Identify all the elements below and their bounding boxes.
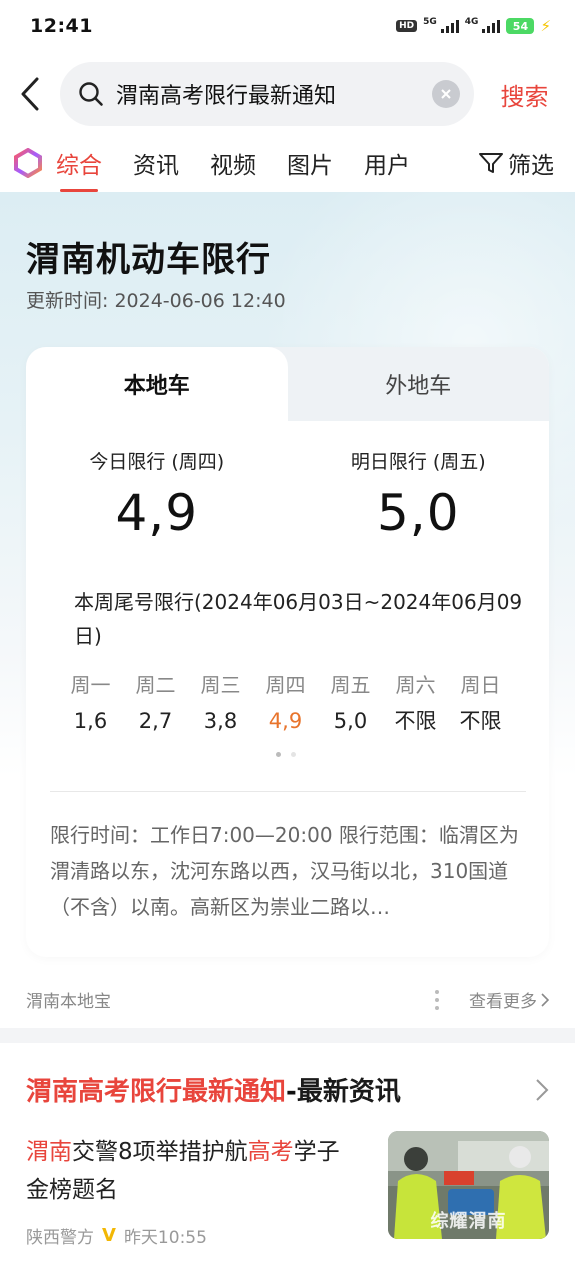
week-plate-numbers: 不限 <box>459 709 502 733</box>
week-day: 周日 <box>460 673 501 697</box>
week-day: 周三 <box>200 673 241 697</box>
tabs-row: 综合 资讯 视频 图片 用户 筛选 <box>0 138 575 192</box>
tab-images[interactable]: 图片 <box>287 146 333 180</box>
net-5g-label: 5G <box>423 17 437 27</box>
news-time: 昨天10:55 <box>123 1228 207 1248</box>
update-time: 更新时间: 2024-06-06 12:40 <box>26 290 286 312</box>
search-button[interactable]: 搜索 <box>474 77 575 112</box>
search-row: 渭南高考限行最新通知 搜索 <box>0 62 575 126</box>
vehicle-type-tabs: 本地车 外地车 <box>26 347 549 421</box>
tab-video[interactable]: 视频 <box>210 146 256 180</box>
tomorrow-limit-value: 5,0 <box>376 484 460 542</box>
signal-4g-icon <box>482 19 501 33</box>
week-title: 本周尾号限行(2024年06月03日~2024年06月09日) <box>74 590 523 648</box>
charging-icon: ⚡ <box>540 17 551 35</box>
top-area: 12:41 HD 5G 4G 54 ⚡ 渭南高考限行最新通知 搜索 综合 资讯 … <box>0 0 575 192</box>
filter-label: 筛选 <box>508 153 554 179</box>
source-row: 渭南本地宝 查看更多 <box>26 987 549 1012</box>
clear-icon[interactable] <box>432 80 460 108</box>
today-limit-label: 今日限行 (周四) <box>89 451 225 473</box>
week-nums-row: 1,6 2,7 3,8 4,9 5,0 不限 不限 <box>58 703 538 739</box>
tab-nonlocal-vehicle[interactable]: 外地车 <box>288 347 550 421</box>
verified-icon: V <box>102 1225 116 1246</box>
battery-icon: 54 <box>506 18 535 34</box>
back-button[interactable] <box>0 62 60 126</box>
news-heading: 渭南高考限行最新通知-最新资讯 <box>26 1071 519 1108</box>
page-title: 渭南机动车限行 <box>26 240 271 280</box>
pager-dot-active <box>276 752 281 757</box>
week-plate-numbers-today: 4,9 <box>268 709 303 733</box>
week-day: 周六 <box>395 673 436 697</box>
filter-icon <box>479 153 503 173</box>
search-input[interactable]: 渭南高考限行最新通知 <box>60 62 474 126</box>
news-heading-separator: - <box>286 1077 297 1107</box>
news-heading-highlight: 渭南高考限行最新通知 <box>26 1077 287 1107</box>
title-text: 交警8项举措护航 <box>72 1139 248 1165</box>
restriction-description[interactable]: 限行时间：工作日7:00—20:00 限行范围：临渭区为渭清路以东，沈河东路以西… <box>50 817 526 925</box>
search-query: 渭南高考限行最新通知 <box>116 84 337 109</box>
news-item-title[interactable]: 渭南交警8项举措护航高考学子金榜题名 <box>26 1133 356 1209</box>
filter-button[interactable]: 筛选 <box>457 138 575 188</box>
tomorrow-limit-label: 明日限行 (周五) <box>350 451 486 473</box>
week-day: 周二 <box>135 673 176 697</box>
tab-news[interactable]: 资讯 <box>133 146 179 180</box>
app-logo-icon[interactable] <box>0 148 56 178</box>
news-thumbnail[interactable]: 综耀渭南 <box>388 1131 549 1239</box>
week-day: 周五 <box>330 673 371 697</box>
see-more-label: 查看更多 <box>469 992 537 1012</box>
limit-summary: 今日限行 (周四) 4,9 明日限行 (周五) 5,0 <box>26 447 549 542</box>
status-icons: HD 5G 4G 54 ⚡ <box>396 17 551 35</box>
more-options-icon[interactable] <box>435 989 439 1010</box>
week-plate-numbers: 不限 <box>394 709 437 733</box>
news-header[interactable]: 渭南高考限行最新通知-最新资讯 <box>26 1071 549 1108</box>
week-schedule: 周一 周二 周三 周四 周五 周六 周日 1,6 2,7 3,8 4,9 5,0… <box>58 667 538 739</box>
restriction-card: 本地车 外地车 今日限行 (周四) 4,9 明日限行 (周五) 5,0 本周尾号… <box>26 347 549 957</box>
pager-dots <box>276 752 296 757</box>
week-plate-numbers: 2,7 <box>138 709 173 733</box>
title-highlight: 高考 <box>247 1139 294 1165</box>
source-name[interactable]: 渭南本地宝 <box>26 987 435 1012</box>
net-4g-label: 4G <box>464 17 479 27</box>
signal-5g-icon <box>440 19 459 33</box>
back-arrow-icon <box>21 77 39 111</box>
news-meta: 陕西警方 V 昨天10:55 <box>26 1223 207 1248</box>
week-day: 周四 <box>265 673 306 697</box>
week-plate-numbers: 3,8 <box>203 709 238 733</box>
news-author[interactable]: 陕西警方 <box>26 1223 94 1248</box>
tab-local-vehicle[interactable]: 本地车 <box>26 347 288 421</box>
hd-badge: HD <box>396 20 418 32</box>
news-heading-rest: 最新资讯 <box>296 1077 401 1107</box>
tab-comprehensive[interactable]: 综合 <box>56 146 102 192</box>
tomorrow-limit: 明日限行 (周五) 5,0 <box>288 447 550 542</box>
news-section: 渭南高考限行最新通知-最新资讯 渭南交警8项举措护航高考学子金榜题名 陕西警方 … <box>0 1043 575 1280</box>
divider <box>50 791 526 792</box>
today-limit-value: 4,9 <box>115 484 199 542</box>
week-plate-numbers: 5,0 <box>333 709 368 733</box>
title-highlight: 渭南 <box>26 1139 72 1165</box>
search-icon <box>78 79 108 109</box>
today-limit: 今日限行 (周四) 4,9 <box>26 447 288 542</box>
status-time: 12:41 <box>30 15 93 37</box>
chevron-right-icon[interactable] <box>519 1078 549 1102</box>
status-bar: 12:41 HD 5G 4G 54 ⚡ <box>0 0 575 52</box>
week-plate-numbers: 1,6 <box>73 709 108 733</box>
chevron-right-icon <box>541 992 549 1007</box>
week-days-row: 周一 周二 周三 周四 周五 周六 周日 <box>58 667 538 703</box>
traffic-restriction-card: 渭南机动车限行 更新时间: 2024-06-06 12:40 本地车 外地车 今… <box>0 192 575 1028</box>
tab-users[interactable]: 用户 <box>364 146 410 180</box>
pager-dot <box>291 752 296 757</box>
week-day: 周一 <box>70 673 111 697</box>
thumbnail-watermark: 综耀渭南 <box>430 1211 507 1232</box>
see-more-link[interactable]: 查看更多 <box>469 987 549 1012</box>
